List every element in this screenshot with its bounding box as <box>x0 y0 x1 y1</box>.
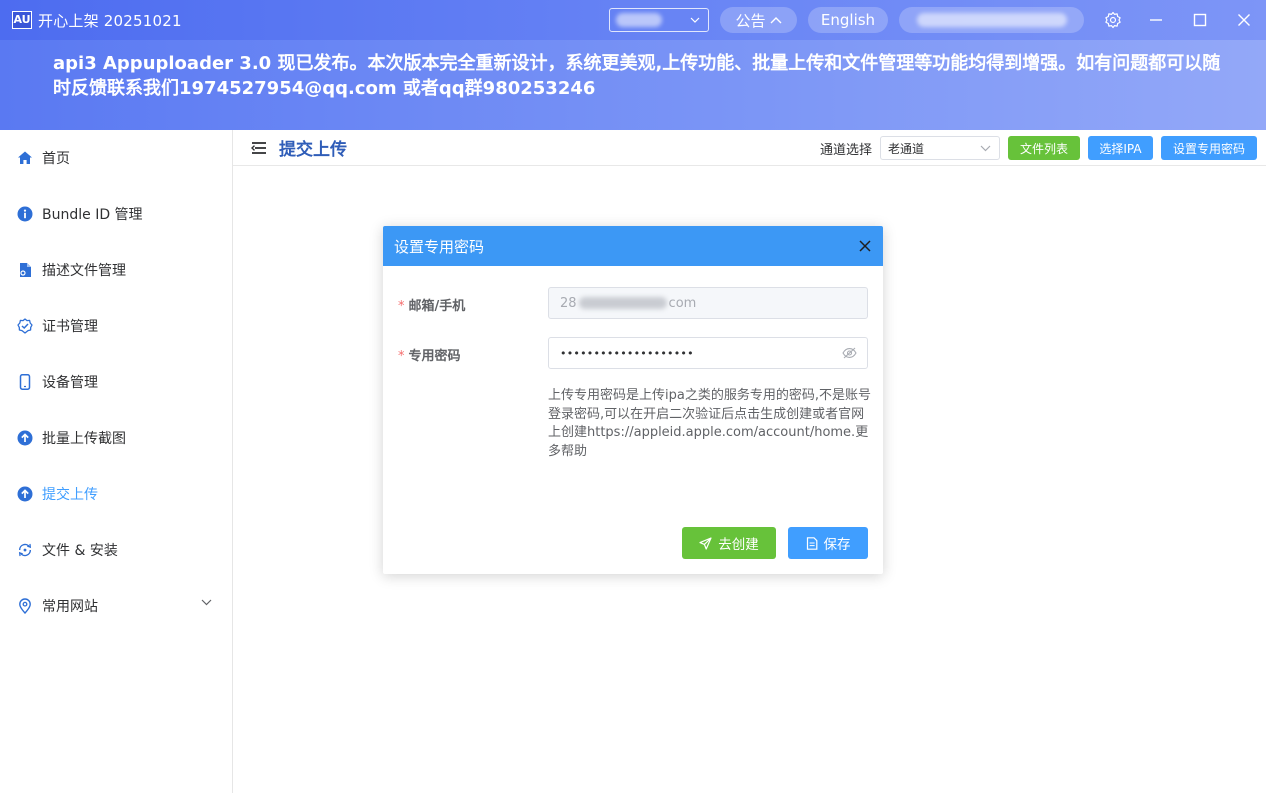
sidebar-item-submit-upload[interactable]: 提交上传 <box>0 466 232 522</box>
app-title: 开心上架 20251021 <box>38 11 182 30</box>
file-list-button[interactable]: 文件列表 <box>1008 136 1080 160</box>
sidebar-item-label: 描述文件管理 <box>42 263 126 279</box>
sidebar-item-batch-screenshots[interactable]: 批量上传截图 <box>0 410 232 466</box>
sidebar-item-label: 设备管理 <box>42 375 98 391</box>
help-text: 上传专用密码是上传ipa之类的服务专用的密码,不是账号登录密码,可以在开启二次验… <box>548 388 871 459</box>
sidebar-item-devices[interactable]: 设备管理 <box>0 354 232 410</box>
password-value: •••••••••••••••••••• <box>560 346 694 360</box>
maximize-icon <box>1193 13 1207 27</box>
sidebar-item-home[interactable]: 首页 <box>0 130 232 186</box>
password-field[interactable]: •••••••••••••••••••• <box>548 337 868 369</box>
sidebar-item-label: 常用网站 <box>42 599 98 615</box>
blurred-email <box>578 297 667 309</box>
maximize-button[interactable] <box>1178 0 1222 40</box>
close-window-button[interactable] <box>1222 0 1266 40</box>
sidebar-item-label: Bundle ID 管理 <box>42 207 143 223</box>
notice-button[interactable]: 公告 <box>720 7 797 33</box>
notice-label: 公告 <box>735 11 766 30</box>
sidebar-item-certificates[interactable]: 证书管理 <box>0 298 232 354</box>
channel-label: 通道选择 <box>819 142 872 158</box>
save-button-label: 保存 <box>823 537 851 553</box>
language-label: English <box>820 11 876 29</box>
announcement-banner: api3 Appuploader 3.0 现已发布。本次版本完全重新设计，系统更… <box>0 40 1266 130</box>
sidebar-item-label: 批量上传截图 <box>42 431 126 447</box>
required-mark: * <box>398 299 405 314</box>
certificate-icon <box>17 318 33 334</box>
gear-icon <box>1105 11 1121 29</box>
page-header: 提交上传 通道选择 老通道 文件列表 选择IPA 设置专用密码 <box>233 130 1266 166</box>
save-button[interactable]: 保存 <box>788 527 868 559</box>
close-icon <box>1238 14 1250 26</box>
upload-icon <box>17 486 33 502</box>
menu-toggle-icon[interactable] <box>251 141 269 155</box>
sidebar-item-label: 提交上传 <box>42 487 98 503</box>
close-icon[interactable] <box>859 240 871 252</box>
settings-button[interactable] <box>1098 0 1128 40</box>
password-label: * 专用密码 <box>398 345 461 364</box>
app-logo: AU <box>12 11 32 29</box>
blurred-account <box>616 13 662 27</box>
sidebar-item-profiles[interactable]: 描述文件管理 <box>0 242 232 298</box>
create-button-label: 去创建 <box>718 537 759 553</box>
sidebar-item-label: 证书管理 <box>42 319 98 335</box>
chevron-down-icon <box>201 599 212 606</box>
sidebar-item-bundle-id[interactable]: Bundle ID 管理 <box>0 186 232 242</box>
channel-select[interactable]: 老通道 <box>880 136 1000 160</box>
set-password-button[interactable]: 设置专用密码 <box>1161 136 1257 160</box>
language-button[interactable]: English <box>808 7 888 33</box>
page-title: 提交上传 <box>279 140 347 160</box>
required-mark: * <box>398 349 405 364</box>
file-icon <box>17 262 33 278</box>
sidebar-item-files-install[interactable]: 文件 & 安装 <box>0 522 232 578</box>
dialog-title: 设置专用密码 <box>394 237 485 256</box>
email-label-text: 邮箱/手机 <box>408 299 466 314</box>
email-suffix: com <box>668 295 697 311</box>
info-icon <box>17 206 33 222</box>
create-button[interactable]: 去创建 <box>682 527 776 559</box>
email-prefix: 28 <box>560 295 577 311</box>
dialog-header: 设置专用密码 <box>383 226 883 266</box>
account-select[interactable] <box>609 8 709 32</box>
chevron-up-icon <box>770 17 781 24</box>
title-bar: AU 开心上架 20251021 公告 English <box>0 0 1266 40</box>
channel-value: 老通道 <box>888 141 925 156</box>
email-label: * 邮箱/手机 <box>398 295 465 314</box>
send-icon <box>699 536 712 550</box>
select-ipa-button[interactable]: 选择IPA <box>1088 136 1153 160</box>
phone-icon <box>17 374 33 390</box>
sync-icon <box>17 542 33 558</box>
sidebar-item-label: 文件 & 安装 <box>42 543 118 559</box>
sidebar-item-label: 首页 <box>42 151 70 167</box>
location-icon <box>17 598 33 614</box>
blurred-user <box>916 13 1067 27</box>
announcement-text: api3 Appuploader 3.0 现已发布。本次版本完全重新设计，系统更… <box>53 53 1221 99</box>
sidebar-item-common-sites[interactable]: 常用网站 <box>0 578 232 634</box>
password-dialog: 设置专用密码 * 邮箱/手机 28 com * 专用密码 •••••••••••••… <box>383 226 883 574</box>
email-field[interactable]: 28 com <box>548 287 868 319</box>
user-account-pill[interactable] <box>899 7 1084 33</box>
document-icon <box>806 536 817 550</box>
home-icon <box>17 150 33 166</box>
chevron-down-icon <box>980 145 991 151</box>
sidebar: 首页 Bundle ID 管理 描述文件管理 证书管理 设备管理 批量上传截图 <box>0 130 233 793</box>
minimize-button[interactable] <box>1134 0 1178 40</box>
minimize-icon <box>1150 19 1162 21</box>
upload-icon <box>17 430 33 446</box>
eye-hidden-icon[interactable] <box>842 347 857 359</box>
chevron-down-icon <box>690 17 700 23</box>
password-label-text: 专用密码 <box>408 349 461 364</box>
